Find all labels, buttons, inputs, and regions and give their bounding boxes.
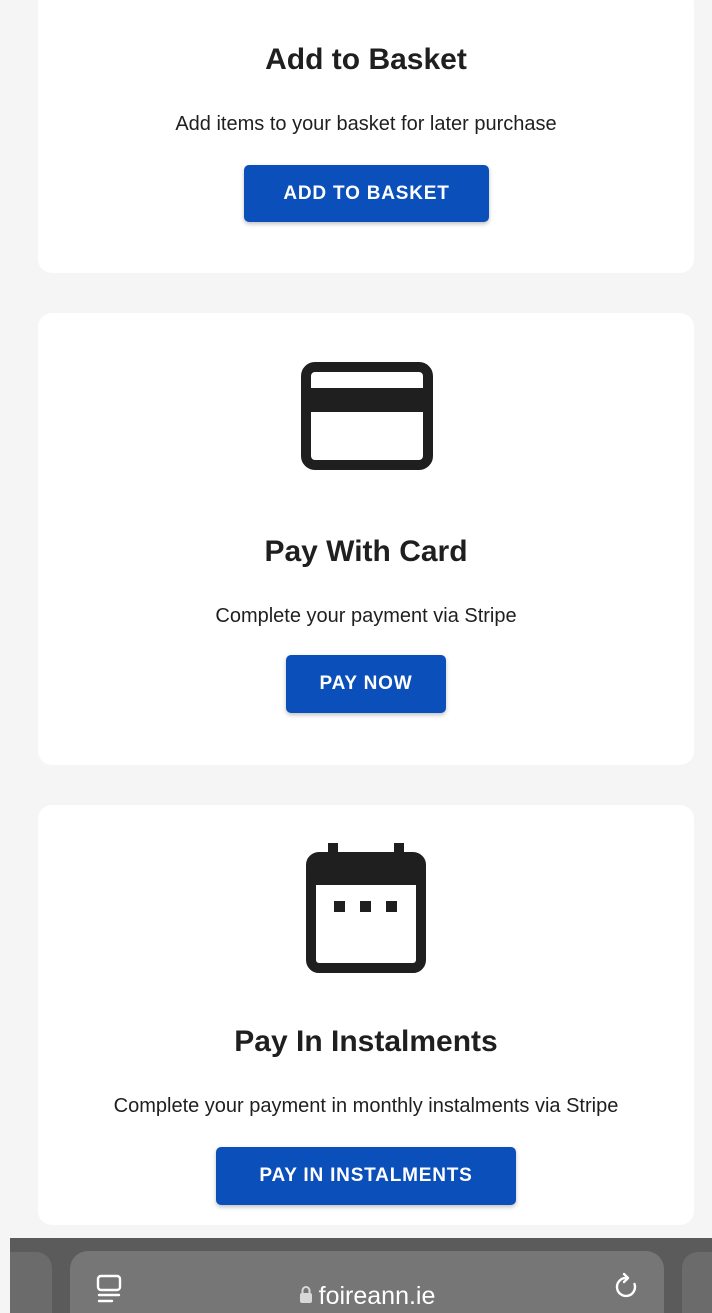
card-title: Add to Basket: [265, 43, 467, 76]
checkout-options-page: Add to Basket Add items to your basket f…: [0, 0, 712, 1313]
next-tab-stub[interactable]: [682, 1252, 712, 1313]
card-description: Add items to your basket for later purch…: [175, 113, 557, 135]
url-text: foireann.ie: [318, 1282, 436, 1310]
add-to-basket-button[interactable]: ADD TO BASKET: [244, 165, 489, 222]
address-bar[interactable]: foireann.ie: [70, 1251, 664, 1313]
reload-icon[interactable]: [614, 1272, 640, 1302]
url-display[interactable]: foireann.ie: [70, 1284, 664, 1309]
lock-icon: [299, 1286, 312, 1304]
pay-in-instalments-button[interactable]: PAY IN INSTALMENTS: [216, 1147, 516, 1205]
pay-now-button[interactable]: PAY NOW: [286, 655, 446, 713]
browser-toolbar: foireann.ie: [10, 1238, 712, 1313]
pay-in-instalments-card: Pay In Instalments Complete your payment…: [38, 805, 694, 1225]
card-description: Complete your payment via Stripe: [215, 605, 517, 627]
card-title: Pay In Instalments: [234, 1025, 498, 1058]
card-title: Pay With Card: [264, 535, 468, 568]
add-to-basket-card: Add to Basket Add items to your basket f…: [38, 0, 694, 273]
previous-tab-stub[interactable]: [10, 1252, 52, 1313]
card-description: Complete your payment in monthly instalm…: [113, 1095, 619, 1117]
credit-card-icon: [301, 362, 433, 470]
pay-with-card-card: Pay With Card Complete your payment via …: [38, 313, 694, 765]
calendar-icon: [306, 843, 426, 973]
